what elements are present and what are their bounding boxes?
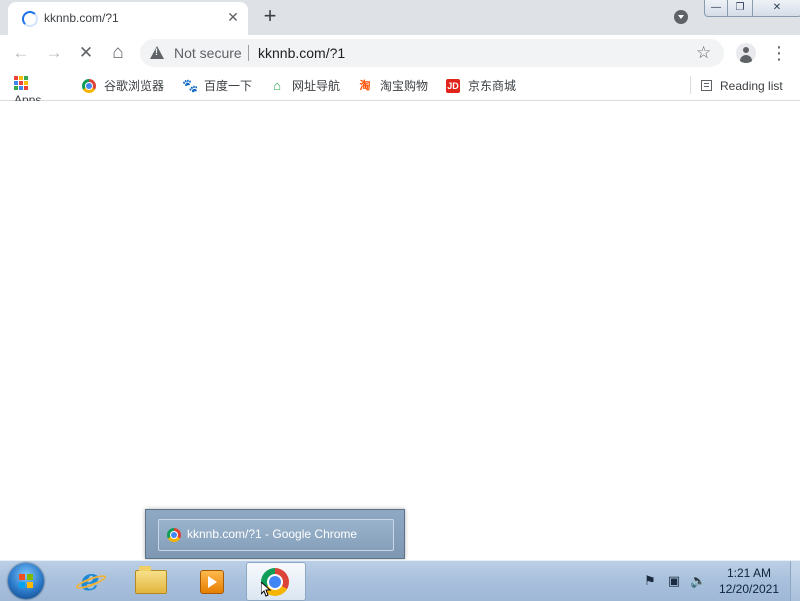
security-status[interactable]: Not secure (174, 45, 242, 61)
chrome-icon (82, 78, 96, 93)
house-icon: ⌂ (273, 77, 281, 93)
bookmarks-bar: Apps 谷歌浏览器 🐾 百度一下 ⌂ 网址导航 淘淘宝购物 JD 京东商城 Read… (0, 70, 800, 107)
omnibox-divider (248, 45, 249, 61)
show-desktop-button[interactable] (790, 561, 800, 601)
bookmark-label: 百度一下 (204, 78, 253, 93)
taobao-icon: 淘 (359, 79, 371, 92)
back-button[interactable]: ← (9, 41, 33, 65)
bookmark-label: 京东商城 (468, 78, 517, 93)
bookmark-chrome[interactable]: 谷歌浏览器 (82, 76, 164, 94)
close-window-button[interactable]: ✕ (752, 0, 800, 17)
preview-window-item[interactable]: kknnb.com/?1 - Google Chrome (158, 519, 394, 551)
bookmark-baidu[interactable]: 🐾 百度一下 (182, 76, 252, 94)
bookmark-nav[interactable]: ⌂ 网址导航 (270, 76, 340, 94)
media-player-icon (200, 570, 224, 594)
bookmark-label: 谷歌浏览器 (104, 78, 165, 93)
chrome-menu-icon[interactable]: ⋮ (770, 41, 788, 65)
system-clock[interactable]: 1:21 AM 12/20/2021 (712, 565, 786, 597)
volume-icon[interactable]: 🔈 (690, 573, 706, 589)
page-content (0, 101, 800, 560)
home-button[interactable]: ⌂ (106, 41, 130, 65)
apps-grid-icon (14, 76, 28, 90)
browser-toolbar: ← → ✕ ⌂ Not secure kknnb.com/?1 ☆ ⋮ (0, 35, 800, 70)
tab-active[interactable]: kknnb.com/?1 ✕ (8, 2, 248, 35)
tab-title: kknnb.com/?1 (44, 11, 119, 25)
bookmark-label: 淘宝购物 (380, 78, 429, 93)
profile-avatar-icon[interactable] (736, 43, 756, 63)
address-bar[interactable]: Not secure kknnb.com/?1 ☆ (140, 39, 724, 67)
maximize-button[interactable]: ❐ (727, 0, 753, 17)
bookmark-apps[interactable]: Apps (14, 76, 41, 107)
reading-list-icon (701, 80, 712, 92)
bookmark-star-icon[interactable]: ☆ (696, 43, 711, 63)
minimize-button[interactable]: — (704, 0, 728, 17)
forward-button[interactable]: → (42, 41, 66, 65)
preview-window-title: kknnb.com/?1 - Google Chrome (187, 527, 358, 541)
tab-search-icon[interactable] (674, 10, 688, 24)
taskbar-internet-explorer[interactable]: e (60, 562, 118, 599)
reading-list-button[interactable]: Reading list (701, 76, 783, 94)
stop-loading-button[interactable]: ✕ (74, 41, 98, 65)
bookmarks-divider (690, 76, 691, 94)
reading-list-label: Reading list (720, 78, 783, 93)
bookmark-label: 网址导航 (292, 78, 341, 93)
internet-explorer-icon: e (75, 566, 105, 596)
tab-strip: kknnb.com/?1 ✕ + — ❐ ✕ (0, 0, 800, 35)
taskbar-preview: kknnb.com/?1 - Google Chrome (145, 509, 405, 559)
clock-date: 12/20/2021 (718, 582, 780, 596)
taskbar-file-explorer[interactable] (121, 562, 179, 599)
warning-icon[interactable] (150, 46, 164, 59)
action-center-flag-icon[interactable]: ⚑ (642, 573, 658, 589)
url-text[interactable]: kknnb.com/?1 (258, 45, 345, 61)
windows-taskbar: e ⚑ ▣ 🔈 1:21 AM 12/20/2021 (0, 560, 800, 601)
taskbar-google-chrome[interactable] (246, 562, 306, 601)
folder-icon (135, 566, 167, 594)
clock-time: 1:21 AM (726, 566, 772, 580)
chrome-icon (167, 528, 181, 542)
start-button[interactable] (8, 563, 44, 599)
bookmark-taobao[interactable]: 淘淘宝购物 (358, 76, 429, 94)
bookmark-jd[interactable]: JD 京东商城 (446, 76, 516, 94)
windows-flag-icon (19, 574, 33, 588)
new-tab-button[interactable]: + (259, 4, 281, 28)
network-icon[interactable]: ▣ (666, 573, 682, 589)
loading-spinner-icon (22, 11, 38, 27)
jd-icon: JD (446, 78, 460, 93)
baidu-paw-icon: 🐾 (182, 77, 199, 93)
taskbar-media-player[interactable] (182, 562, 240, 599)
tab-close-icon[interactable]: ✕ (224, 8, 242, 26)
mouse-cursor-icon (261, 582, 271, 597)
